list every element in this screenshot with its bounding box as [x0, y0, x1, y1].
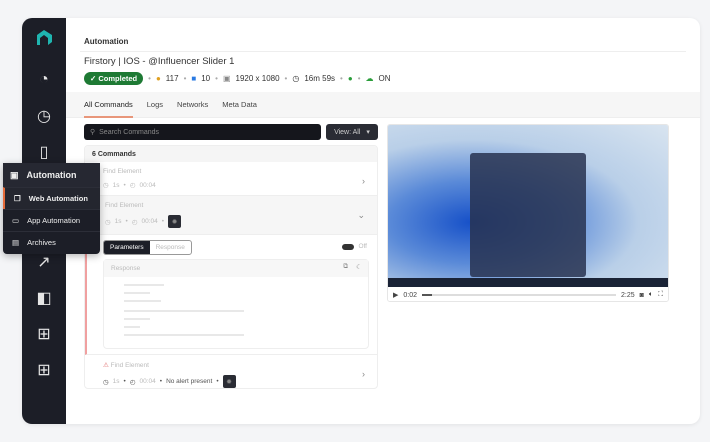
tab-parameters[interactable]: Parameters	[104, 241, 150, 254]
wait: 1s	[112, 181, 120, 189]
add-icon[interactable]: ⊞	[34, 324, 54, 344]
commands-count: 6 Commands	[85, 146, 377, 162]
fullscreen-icon[interactable]: ⛶	[658, 291, 663, 299]
chevron-right-icon: ›	[362, 176, 365, 186]
duration: 16m 59s	[304, 74, 336, 83]
warning-icon: ⚠	[103, 362, 109, 369]
start-menu-preview	[470, 153, 586, 277]
toggle-label: Off	[358, 243, 367, 250]
clock-icon: ◷	[105, 218, 111, 226]
analytics-icon[interactable]: ↗	[34, 252, 54, 272]
alert-note: No alert present	[166, 378, 213, 385]
toggle-switch[interactable]	[342, 243, 355, 250]
play-icon[interactable]: ▶	[393, 291, 398, 299]
tab-networks[interactable]: Networks	[177, 92, 208, 118]
menu-label: App Automation	[27, 216, 81, 225]
main-content: Automation Firstory | IOS - @Influencer …	[66, 18, 700, 424]
total-time: 2:25	[621, 291, 635, 299]
current-time: 0:02	[403, 291, 418, 299]
wait: 1s	[114, 218, 122, 225]
seek-bar[interactable]	[422, 294, 617, 296]
wait: 1s	[112, 378, 120, 385]
camera-icon[interactable]: ◙	[640, 292, 644, 299]
automation-flyout-menu: ▣ Automation ❐ Web Automation ▭ App Automat…	[3, 163, 100, 254]
status-badge: ✓ Completed	[84, 72, 144, 85]
command-name: Find Element	[105, 202, 144, 209]
compare-icon[interactable]: ◧	[34, 288, 54, 308]
taskbar-preview	[388, 278, 668, 287]
robot-icon: ▣	[10, 169, 19, 180]
bug-icon[interactable]: ✹	[168, 215, 182, 228]
list-item[interactable]: Find Element ◷ 1s • ◴ 00:04 ›	[85, 162, 377, 196]
device-icon[interactable]: ▯	[34, 142, 54, 162]
clock-icon: ◷	[292, 74, 300, 83]
view-dropdown[interactable]: View: All ▾	[326, 124, 378, 140]
resolution: 1920 x 1080	[235, 74, 280, 83]
video-controls: ▶ 0:02 2:25 ◙ 🔈︎ ⛶	[388, 287, 668, 301]
apps-icon[interactable]: ⊞	[34, 360, 54, 380]
loading-skeleton	[104, 277, 368, 336]
search-placeholder: Search Commands	[99, 128, 160, 136]
archive-icon: ▤	[12, 238, 20, 247]
time: 00:04	[141, 218, 158, 225]
menu-item-app-automation[interactable]: ▭ App Automation	[3, 209, 100, 231]
view-label: View: All	[334, 128, 361, 136]
clock-icon: ◷	[103, 378, 109, 386]
history-icon[interactable]: ◷	[34, 106, 54, 126]
app-window: ◔ ◷ ▯ ↗ ◧ ⊞ ⊞ Automation Firstory | IOS …	[22, 18, 700, 424]
tab-response[interactable]: Response	[150, 241, 191, 254]
browser-version: 117	[165, 74, 179, 83]
tunnel-icon: ☁	[365, 74, 374, 83]
menu-item-web-automation[interactable]: ❐ Web Automation	[3, 187, 100, 209]
windows-icon: ■	[191, 74, 197, 83]
chevron-down-icon: ⌄	[357, 210, 365, 220]
divider	[80, 51, 686, 52]
video-frame	[388, 125, 668, 287]
volume-icon[interactable]: 🔈︎	[649, 291, 653, 299]
command-list: 6 Commands Find Element ◷ 1s • ◴ 00:04 › Fin…	[84, 145, 378, 389]
tunnel-status: ON	[378, 74, 391, 83]
search-input[interactable]: ⚲ Search Commands	[84, 124, 321, 140]
time: 00:04	[139, 378, 156, 385]
timer-icon: ◴	[129, 182, 136, 189]
os-version: 10	[201, 74, 211, 83]
bug-icon[interactable]: ✹	[222, 375, 236, 388]
dashboard-icon[interactable]: ◔	[34, 70, 54, 90]
response-panel: Response ⧉ ☾	[103, 259, 369, 349]
tab-bar: All Commands Logs Networks Meta Data	[66, 92, 700, 118]
response-title: Response	[111, 265, 141, 272]
test-meta: ✓ Completed • ● 117 • ■ 10 • ▣ 1920 x 1080 • ◷ 1…	[84, 72, 391, 85]
timer-icon: ◴	[129, 378, 136, 386]
chevron-down-icon: ▾	[366, 129, 370, 136]
tab-logs[interactable]: Logs	[147, 92, 163, 118]
browser-icon: ❐	[14, 194, 21, 203]
list-item[interactable]: ⚠ Find Element ◷ 1s • ◴ 00:04 • No alert prese…	[85, 355, 377, 388]
logo-icon[interactable]	[34, 28, 54, 48]
menu-label: Archives	[27, 238, 56, 247]
search-icon: ⚲	[90, 129, 96, 136]
breadcrumb: Automation	[84, 37, 129, 46]
app-icon: ▭	[12, 216, 20, 225]
command-detail: Parameters Response Off Response ⧉ ☾	[85, 235, 377, 355]
theme-icon[interactable]: ☾	[356, 263, 362, 271]
copy-icon[interactable]: ⧉	[343, 263, 348, 271]
command-name: Find Element	[103, 168, 142, 175]
tab-meta-data[interactable]: Meta Data	[222, 92, 257, 118]
clock-icon: ◷	[103, 182, 109, 189]
command-name: Find Element	[110, 362, 149, 369]
chevron-right-icon: ›	[362, 369, 365, 379]
video-player[interactable]: ▶ 0:02 2:25 ◙ 🔈︎ ⛶	[387, 124, 669, 302]
timer-icon: ◴	[131, 218, 138, 226]
test-title: Firstory | IOS - @Influencer Slider 1	[84, 56, 235, 67]
menu-label: Web Automation	[28, 194, 88, 203]
menu-header: ▣ Automation	[3, 163, 100, 187]
menu-item-archives[interactable]: ▤ Archives	[3, 231, 100, 253]
time: 00:04	[139, 181, 156, 189]
list-item[interactable]: Find Element ◷ 1s • ◴ 00:04 • ✹ ⌄	[85, 196, 377, 235]
resolution-icon: ▣	[222, 74, 231, 83]
chrome-icon: ●	[155, 74, 161, 83]
menu-title: Automation	[26, 170, 77, 180]
check-icon: ●	[347, 74, 353, 83]
tab-all-commands[interactable]: All Commands	[84, 92, 133, 118]
